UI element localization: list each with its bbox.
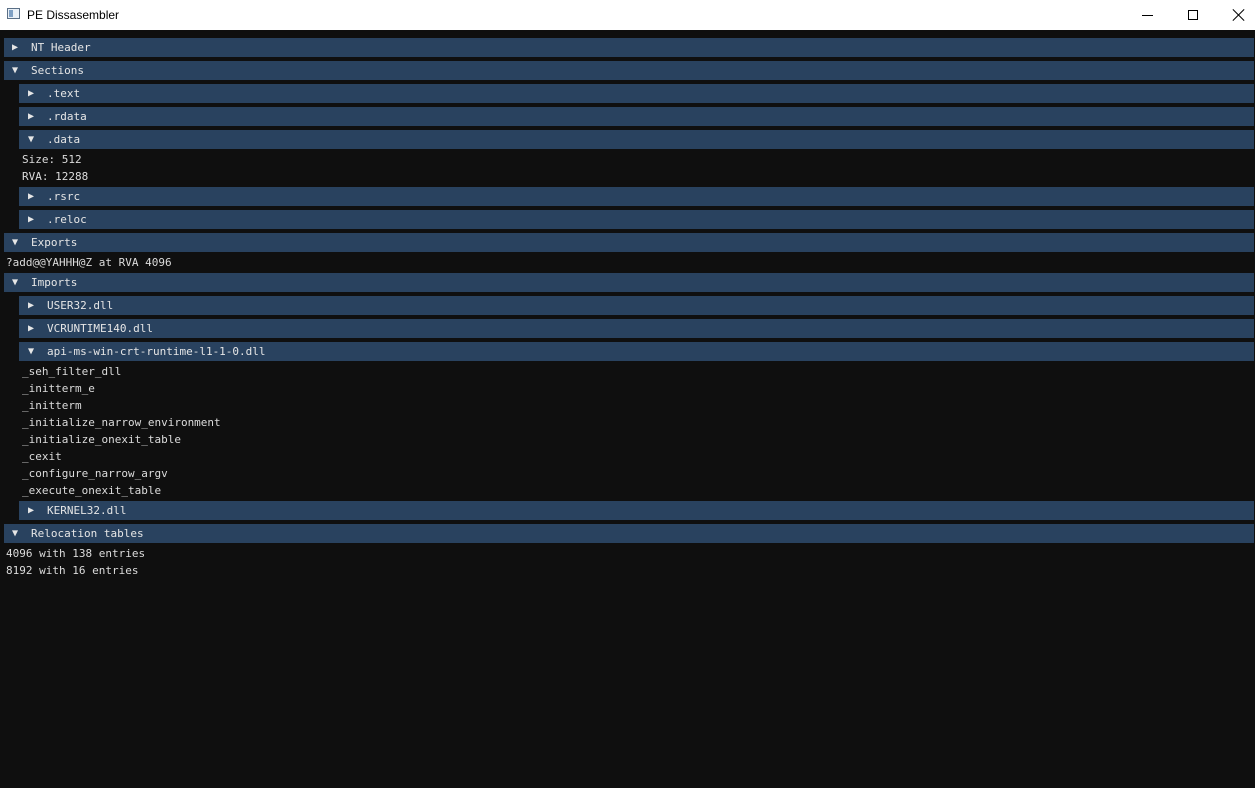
- relocation-entry: 8192 with 16 entries: [6, 564, 139, 577]
- node-label: Relocation tables: [31, 527, 144, 540]
- node-label: .reloc: [47, 213, 87, 226]
- close-button[interactable]: [1216, 0, 1255, 30]
- tree-node-section-rdata[interactable]: ▶ .rdata: [19, 107, 1254, 126]
- node-label: Sections: [31, 64, 84, 77]
- node-label: .rdata: [47, 110, 87, 123]
- node-label: KERNEL32.dll: [47, 504, 127, 517]
- collapsed-arrow-icon: ▶: [28, 300, 35, 311]
- tree-node-section-reloc[interactable]: ▶ .reloc: [19, 210, 1254, 229]
- node-label: .data: [47, 133, 81, 146]
- node-label: .rsrc: [47, 190, 81, 203]
- tree-node-nt-header[interactable]: ▶ NT Header: [4, 38, 1254, 57]
- tree-node-exports[interactable]: ▼ Exports: [4, 233, 1254, 252]
- expanded-arrow-icon: ▼: [28, 134, 35, 145]
- section-size: Size: 512: [22, 153, 82, 166]
- maximize-icon: [1188, 10, 1198, 20]
- node-label: NT Header: [31, 41, 91, 54]
- node-label: Exports: [31, 236, 78, 249]
- tree-node-sections[interactable]: ▼ Sections: [4, 61, 1254, 80]
- import-function: _cexit: [22, 450, 62, 463]
- import-function: _initialize_onexit_table: [22, 433, 181, 446]
- tree-node-section-text[interactable]: ▶ .text: [19, 84, 1254, 103]
- expanded-arrow-icon: ▼: [12, 237, 19, 248]
- import-function: _execute_onexit_table: [22, 484, 162, 497]
- tree-node-import-user32[interactable]: ▶ USER32.dll: [19, 296, 1254, 315]
- collapsed-arrow-icon: ▶: [28, 191, 35, 202]
- tree-node-relocation-tables[interactable]: ▼ Relocation tables: [4, 524, 1254, 543]
- tree-node-import-api-crt[interactable]: ▼ api-ms-win-crt-runtime-l1-1-0.dll: [19, 342, 1254, 361]
- collapsed-arrow-icon: ▶: [28, 323, 35, 334]
- node-label: Imports: [31, 276, 78, 289]
- close-icon: [1233, 9, 1245, 21]
- tree-node-imports[interactable]: ▼ Imports: [4, 273, 1254, 292]
- tree-view: ▶ NT Header ▼ Sections ▶ .text ▶ .rdata …: [0, 30, 1255, 788]
- collapsed-arrow-icon: ▶: [28, 214, 35, 225]
- maximize-button[interactable]: [1170, 0, 1216, 30]
- node-label: .text: [47, 87, 81, 100]
- expanded-arrow-icon: ▼: [12, 528, 19, 539]
- import-function: _initterm: [22, 399, 82, 412]
- node-label: api-ms-win-crt-runtime-l1-1-0.dll: [47, 345, 266, 358]
- node-label: VCRUNTIME140.dll: [47, 322, 153, 335]
- minimize-icon: [1141, 14, 1153, 16]
- expanded-arrow-icon: ▼: [12, 65, 19, 76]
- import-function: _configure_narrow_argv: [22, 467, 168, 480]
- tree-node-import-vcruntime[interactable]: ▶ VCRUNTIME140.dll: [19, 319, 1254, 338]
- import-function: _initialize_narrow_environment: [22, 416, 221, 429]
- tree-node-section-rsrc[interactable]: ▶ .rsrc: [19, 187, 1254, 206]
- window-title: PE Dissasembler: [27, 8, 120, 22]
- collapsed-arrow-icon: ▶: [12, 42, 19, 53]
- node-label: USER32.dll: [47, 299, 114, 312]
- expanded-arrow-icon: ▼: [28, 346, 35, 357]
- tree-node-section-data[interactable]: ▼ .data: [19, 130, 1254, 149]
- minimize-button[interactable]: [1124, 0, 1170, 30]
- relocation-entry: 4096 with 138 entries: [6, 547, 146, 560]
- collapsed-arrow-icon: ▶: [28, 88, 35, 99]
- collapsed-arrow-icon: ▶: [28, 111, 35, 122]
- expanded-arrow-icon: ▼: [12, 277, 19, 288]
- app-window-icon: [7, 8, 20, 19]
- tree-node-import-kernel32[interactable]: ▶ KERNEL32.dll: [19, 501, 1254, 520]
- import-function: _seh_filter_dll: [22, 365, 122, 378]
- title-bar: PE Dissasembler: [0, 0, 1255, 30]
- import-function: _initterm_e: [22, 382, 95, 395]
- collapsed-arrow-icon: ▶: [28, 505, 35, 516]
- export-entry: ?add@@YAHHH@Z at RVA 4096: [6, 256, 172, 269]
- section-rva: RVA: 12288: [22, 170, 89, 183]
